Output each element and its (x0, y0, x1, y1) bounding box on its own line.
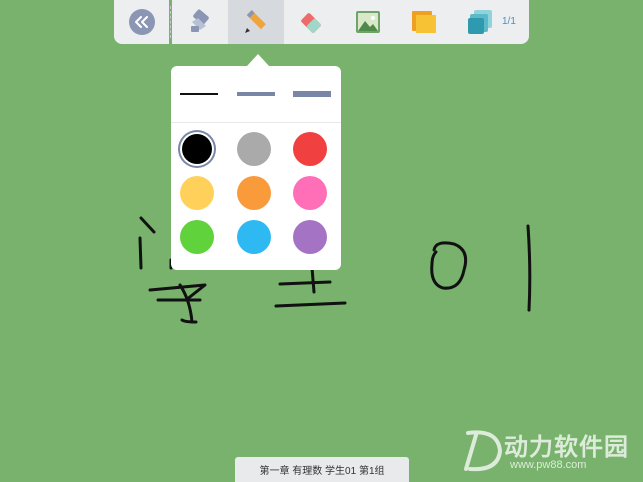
stroke-width-medium[interactable] (237, 92, 275, 96)
pen-tool-button[interactable] (228, 0, 284, 44)
color-swatch-black[interactable] (182, 134, 212, 164)
pencil-icon (245, 10, 266, 33)
color-palette (171, 126, 341, 266)
insert-image-button[interactable] (340, 0, 396, 44)
color-swatch-orange[interactable] (237, 176, 271, 210)
color-swatch-red[interactable] (293, 132, 327, 166)
select-tool-button[interactable] (172, 0, 228, 44)
toolbar-collapse-button[interactable] (114, 0, 169, 44)
color-swatch-blue[interactable] (237, 220, 271, 254)
color-swatch-yellow[interactable] (180, 176, 214, 210)
double-chevron-left-icon (128, 9, 155, 35)
watermark: 动力软件园 www.pw88.com (458, 425, 643, 477)
status-text: 第一章 有理数 学生01 第1组 (259, 466, 385, 477)
watermark-url: www.pw88.com (510, 459, 587, 471)
stroke-width-thin[interactable] (180, 93, 218, 95)
color-swatch-pink[interactable] (293, 176, 327, 210)
watermark-title: 动力软件园 (504, 434, 629, 461)
watermark-logo-icon (464, 430, 503, 472)
popover-arrow (247, 54, 269, 66)
page-counter: 1/1 (502, 16, 516, 27)
layers-icon (468, 10, 492, 34)
pages-button[interactable] (452, 0, 508, 44)
status-bar: 第一章 有理数 学生01 第1组 (235, 457, 409, 482)
stroke-width-thick[interactable] (293, 91, 331, 97)
eraser-icon (301, 13, 321, 33)
toolbar-divider (170, 6, 171, 38)
hand-pointer-icon (191, 9, 209, 32)
color-swatch-purple[interactable] (293, 220, 327, 254)
eraser-tool-button[interactable] (284, 0, 340, 44)
color-swatch-gray[interactable] (237, 132, 271, 166)
background-button[interactable] (396, 0, 452, 44)
pen-options-popover (171, 66, 341, 270)
drawing-toolbar: 1/1 (172, 0, 529, 44)
color-swatch-green[interactable] (180, 220, 214, 254)
folder-icon (412, 11, 436, 33)
stroke-width-row (171, 66, 341, 123)
image-icon (356, 11, 380, 33)
